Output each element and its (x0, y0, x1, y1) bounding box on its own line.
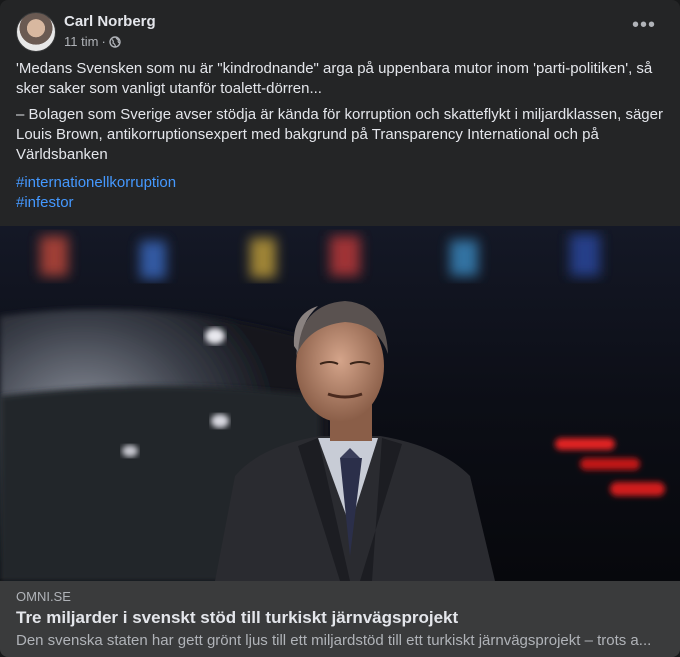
hashtag-link[interactable]: #internationellkorruption (16, 173, 176, 193)
meta-separator: · (101, 34, 106, 49)
link-domain: OMNI.SE (16, 589, 71, 604)
hashtag-list: #internationellkorruption #infestor (16, 173, 176, 213)
post-text: 'Medans Svensken som nu är "kindrodnande… (16, 59, 664, 171)
hashtag-link[interactable]: #infestor (16, 193, 176, 213)
post-paragraph: 'Medans Svensken som nu är "kindrodnande… (16, 60, 653, 97)
author-name[interactable]: Carl Norberg (64, 13, 156, 30)
link-title[interactable]: Tre miljarder i svenskt stöd till turkis… (16, 608, 458, 628)
globe-icon (109, 35, 121, 48)
author-avatar[interactable] (16, 12, 56, 52)
post-card: Carl Norberg 11 tim · ••• 'Medans Svensk… (0, 0, 680, 657)
link-preview[interactable]: OMNI.SE Tre miljarder i svenskt stöd til… (0, 581, 680, 657)
post-time[interactable]: 11 tim (64, 34, 98, 49)
link-preview-image[interactable] (0, 226, 680, 581)
link-description: Den svenska staten har gett grönt ljus t… (16, 632, 652, 649)
photo-illustration (0, 226, 680, 581)
more-options-icon[interactable]: ••• (630, 15, 658, 42)
post-paragraph: – Bolagen som Sverige avser stödja är kä… (16, 106, 663, 163)
post-meta: 11 tim · (64, 34, 121, 49)
post-header: Carl Norberg 11 tim · ••• (16, 12, 664, 52)
